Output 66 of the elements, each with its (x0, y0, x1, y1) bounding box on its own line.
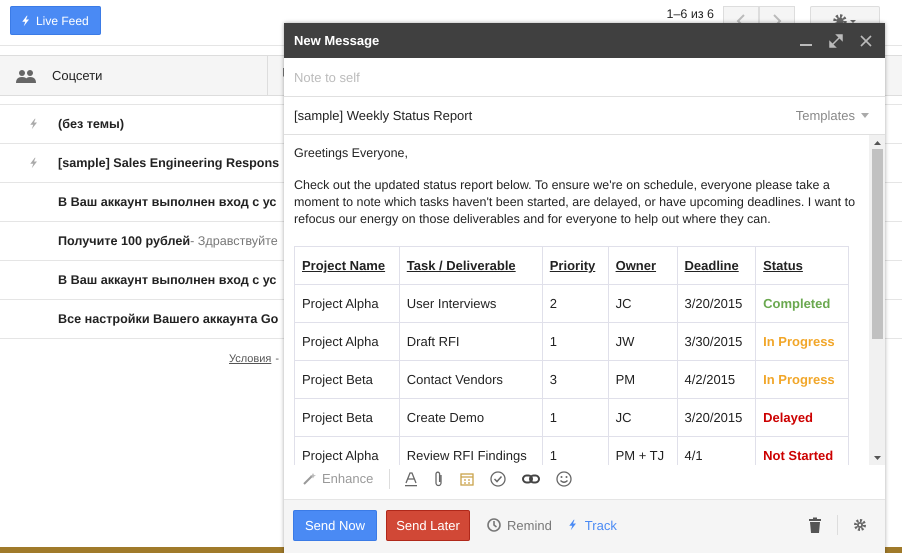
status-cell: In Progress (756, 360, 848, 398)
column-header: Deadline (677, 246, 756, 284)
table-cell: 2 (542, 284, 608, 322)
email-subject[interactable]: Получите 100 рублей (58, 234, 190, 248)
recipient-field[interactable]: Note to self (284, 58, 885, 97)
trash-icon[interactable] (808, 517, 822, 533)
wand-icon (302, 472, 316, 486)
remind-button[interactable]: Remind (487, 518, 552, 532)
link-icon[interactable] (522, 474, 540, 484)
page-count: 1–6 из 6 (666, 6, 714, 20)
people-icon (16, 68, 36, 82)
caret-icon (861, 113, 869, 118)
column-header: Task / Deliverable (399, 246, 542, 284)
window-title: New Message (294, 33, 380, 48)
templates-dropdown[interactable]: Templates (796, 106, 869, 125)
column-header: Owner (608, 246, 678, 284)
smiley-icon[interactable] (556, 470, 572, 486)
table-cell: Project Beta (294, 398, 400, 436)
clock-icon (487, 518, 501, 532)
email-snippet[interactable]: - Здравствуйте (190, 234, 278, 248)
close-icon[interactable] (859, 34, 873, 48)
scrollbar-thumb[interactable] (872, 149, 882, 339)
terms-link[interactable]: Условия (229, 353, 272, 365)
status-cell: Delayed (756, 398, 848, 436)
paperclip-icon[interactable] (434, 470, 444, 486)
message-text: Check out the updated status report below. To ensure we're on schedule, everyone please take a moment to note which tasks haven't been started, are delayed, or have upcoming deadlines. I want to refocus our energy on those deliverables and for everyone to help out where they can. (294, 177, 856, 228)
settings-icon[interactable] (853, 518, 867, 532)
column-header: Priority (542, 246, 608, 284)
table-cell: JW (608, 322, 678, 360)
email-subject[interactable]: [sample] Sales Engineering Respons (58, 156, 280, 170)
message-text: Greetings Everyone, (294, 145, 409, 162)
send-later-button[interactable]: Send Later (386, 510, 470, 540)
column-header: Status (756, 246, 848, 284)
text-format-icon[interactable] (404, 470, 418, 486)
table-cell: 3/20/2015 (677, 398, 756, 436)
scroll-down-icon[interactable] (874, 456, 880, 460)
email-subject[interactable]: В Ваш аккаунт выполнен вход с ус (58, 195, 276, 209)
table-cell: JC (608, 284, 678, 322)
table-cell: 3/20/2015 (677, 284, 756, 322)
table-cell: Project Beta (294, 360, 400, 398)
check-circle-icon[interactable] (490, 470, 506, 486)
table-cell: 4/2/2015 (677, 360, 756, 398)
table-cell: 1 (542, 398, 608, 436)
email-subject[interactable]: В Ваш аккаунт выполнен вход с ус (58, 273, 276, 287)
table-cell: Contact Vendors (399, 360, 542, 398)
table-cell: 3 (542, 360, 608, 398)
table-cell: Project Alpha (294, 322, 400, 360)
table-cell: 1 (542, 322, 608, 360)
category-tab[interactable]: Соцсети (0, 56, 268, 95)
table-cell: User Interviews (399, 284, 542, 322)
status-cell: Completed (756, 284, 848, 322)
column-header: Project Name (294, 246, 400, 284)
expand-icon[interactable] (829, 34, 843, 48)
email-subject[interactable]: Все настройки Вашего аккаунта Go (58, 312, 278, 326)
scrollbar[interactable] (869, 135, 885, 465)
status-cell: In Progress (756, 322, 848, 360)
table-cell: Project Alpha (294, 284, 400, 322)
table-cell: PM (608, 360, 678, 398)
table-cell: Create Demo (399, 398, 542, 436)
table-cell: JC (608, 398, 678, 436)
lightning-icon (20, 14, 32, 28)
email-subject[interactable]: (без темы) (58, 117, 124, 131)
table-cell: Draft RFI (399, 322, 542, 360)
scroll-up-icon[interactable] (874, 141, 880, 145)
table-cell: 3/30/2015 (677, 322, 756, 360)
separator-text: - (275, 353, 280, 365)
